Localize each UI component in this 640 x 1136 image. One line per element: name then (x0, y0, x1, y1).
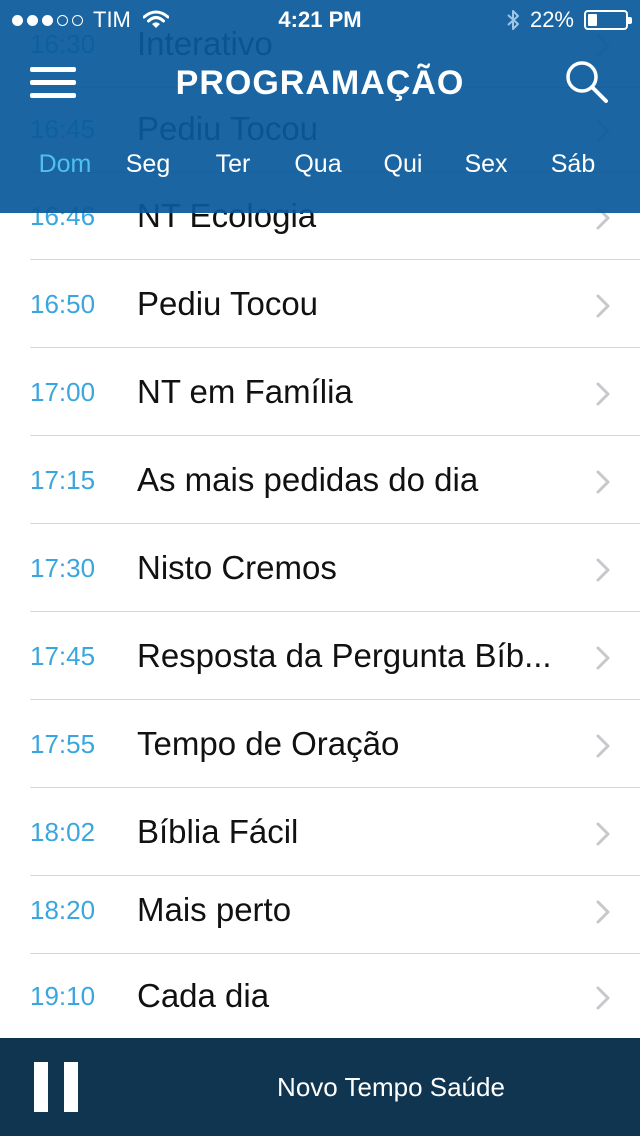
schedule-row[interactable]: 17:30 Nisto Cremos (0, 524, 640, 612)
day-tab[interactable]: Sex (446, 150, 526, 179)
battery-icon (584, 10, 632, 30)
day-tab[interactable]: Ter (193, 150, 273, 179)
schedule-title: Bíblia Fácil (137, 813, 299, 850)
day-tab[interactable]: Seg (108, 150, 188, 179)
schedule-row[interactable]: 17:55 Tempo de Oração (0, 700, 640, 788)
schedule-row[interactable]: 17:45 Resposta da Pergunta Bíb... (0, 612, 640, 700)
schedule-title: Nisto Cremos (137, 549, 337, 586)
day-tab[interactable]: Qui (363, 150, 443, 179)
chevron-right-icon (596, 558, 610, 582)
schedule-time: 17:45 (30, 641, 96, 671)
chevron-right-icon (596, 294, 610, 318)
chevron-right-icon (596, 382, 610, 406)
schedule-time: 16:50 (30, 289, 96, 319)
schedule-time: 18:02 (30, 817, 96, 847)
day-tabs: Dom Seg Ter Qua Qui Sex Sáb (0, 150, 640, 190)
chevron-right-icon (596, 900, 610, 924)
schedule-time: 17:30 (30, 553, 96, 583)
schedule-time: 19:10 (30, 981, 96, 1011)
search-icon[interactable] (562, 58, 610, 106)
schedule-time: 17:55 (30, 729, 96, 759)
header: TIM 4:21 PM 22% PROGRAMAÇÃO Dom Seg Ter Qua… (0, 0, 640, 213)
status-right: 22% (506, 7, 632, 33)
schedule-title: As mais pedidas do dia (137, 461, 479, 498)
day-tab[interactable]: Sáb (533, 150, 613, 179)
schedule-row[interactable]: 18:20 Mais perto (0, 866, 640, 954)
battery-percent: 22% (529, 7, 574, 32)
schedule-row[interactable]: 19:10 Cada dia (0, 952, 640, 1038)
schedule-title: Pediu Tocou (137, 285, 319, 322)
schedule-time: 17:00 (30, 377, 96, 407)
schedule-row[interactable]: 17:00 NT em Família (0, 348, 640, 436)
schedule-time: 18:20 (30, 895, 96, 925)
schedule-title: NT em Família (137, 373, 353, 410)
now-playing-title: Novo Tempo Saúde (277, 1072, 505, 1102)
schedule-title: Cada dia (137, 977, 270, 1014)
schedule-row[interactable]: 18:02 Bíblia Fácil (0, 788, 640, 876)
status-bar: TIM 4:21 PM 22% (0, 0, 640, 40)
pause-icon[interactable] (34, 1062, 78, 1112)
chevron-right-icon (596, 646, 610, 670)
schedule-time: 17:15 (30, 465, 96, 495)
chevron-right-icon (596, 986, 610, 1010)
schedule-row[interactable]: 16:50 Pediu Tocou (0, 260, 640, 348)
day-tab[interactable]: Dom (25, 150, 105, 179)
chevron-right-icon (596, 734, 610, 758)
day-tab[interactable]: Qua (278, 150, 358, 179)
page-title: PROGRAMAÇÃO (175, 64, 465, 102)
audio-player-bar: Novo Tempo Saúde (0, 1038, 640, 1136)
schedule-title: Mais perto (137, 891, 292, 928)
schedule-title: Resposta da Pergunta Bíb... (137, 637, 552, 674)
schedule-row[interactable]: 17:15 As mais pedidas do dia (0, 436, 640, 524)
bluetooth-icon (507, 10, 519, 30)
schedule-title: Tempo de Oração (137, 725, 400, 762)
chevron-right-icon (596, 470, 610, 494)
chevron-right-icon (596, 822, 610, 846)
